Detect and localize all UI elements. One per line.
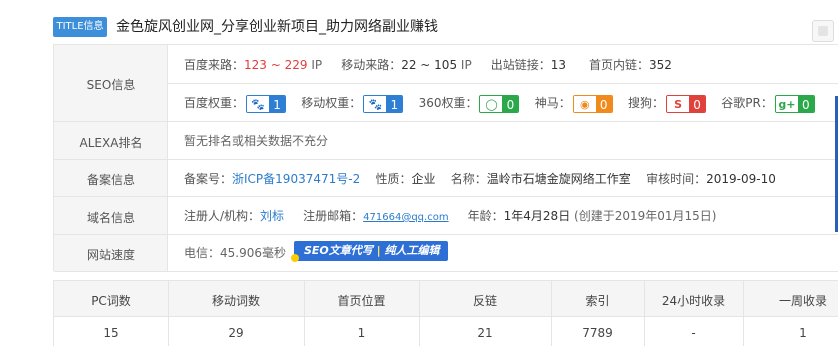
paw-icon: 🐾: [364, 95, 387, 112]
header-pc-words: PC词数: [91, 294, 131, 308]
weight-value: 0: [689, 95, 706, 112]
divider: [54, 271, 838, 272]
ad-dot: [291, 254, 299, 262]
age-value: 1年4月28日: [503, 209, 571, 223]
weight-mobile[interactable]: 移动权重： 🐾 1: [301, 94, 404, 113]
header-mobile-words: 移动词数: [211, 294, 260, 308]
weight-value: 0: [595, 95, 612, 112]
registrant-key: 注册人/机构：: [184, 209, 261, 223]
alexa-value: 暂无排名或相关数据不充分: [184, 134, 329, 148]
speed-value: 电信：45.906毫秒: [184, 246, 286, 260]
speed-label: 网站速度: [86, 248, 135, 262]
created-date: (创建于2019年01月15日): [574, 209, 717, 223]
header-homepage-position: 首页位置: [337, 294, 386, 308]
email-link[interactable]: 471664@qq.com: [363, 212, 448, 223]
icp-nature-key: 性质：: [375, 172, 412, 186]
weight-360[interactable]: 360权重： ◯ 0: [418, 94, 520, 113]
outlinks-value: 13: [550, 58, 567, 72]
weight-label: 搜狗：: [628, 96, 665, 110]
paw-icon: 🐾: [247, 95, 270, 112]
icp-name-value: 温岭市石塘金旋网络工作室: [486, 172, 631, 186]
icp-row: 备案号：浙ICP备19037471号-2 性质：企业 名称：温岭市石塘金旋网络工…: [184, 170, 776, 188]
alexa-label: ALEXA排名: [79, 136, 143, 150]
mobile-source-key: 移动来路：: [341, 58, 402, 72]
domain-label: 域名信息: [86, 211, 135, 225]
site-info-table: SEO信息 ALEXA排名 备案信息 域名信息 网站速度 百度来路：123 ~ …: [53, 44, 838, 272]
domain-row: 注册人/机构：刘标 注册邮箱：471664@qq.com 年龄：1年4月28日 …: [184, 207, 716, 227]
value-homepage-position: 1: [357, 326, 366, 340]
outlinks-key: 出站链接：: [490, 58, 551, 72]
weight-label: 移动权重：: [301, 96, 362, 110]
google-plus-icon: g+: [775, 95, 798, 112]
icp-label: 备案信息: [86, 173, 135, 187]
header-backlinks: 反链: [472, 294, 497, 308]
weight-shenma[interactable]: 神马： ◉ 0: [534, 94, 613, 113]
value-week-indexed: 1: [799, 326, 807, 340]
icp-date-key: 审核时间：: [646, 172, 707, 186]
seo-label: SEO信息: [86, 78, 136, 92]
weight-label: 神马：: [534, 96, 571, 110]
value-pc-words: 15: [103, 326, 119, 340]
weight-label: 百度权重：: [184, 96, 245, 110]
divider: [54, 196, 838, 197]
ad-left-text: SEO文章代写: [304, 244, 373, 257]
title-info-badge: TITLE信息: [53, 17, 107, 37]
ad-right-text: 纯人工编辑: [384, 244, 440, 257]
weight-value: 1: [386, 95, 403, 112]
divider: [168, 83, 838, 84]
inlinks-key: 首页内链：: [588, 58, 649, 72]
shenma-icon: ◉: [573, 95, 596, 112]
weight-label: 360权重：: [418, 96, 478, 110]
weight-sogou[interactable]: 搜狗： S 0: [628, 94, 707, 113]
header-24h-indexed: 24小时收录: [661, 294, 726, 308]
copy-icon[interactable]: [812, 20, 834, 42]
weight-google[interactable]: 谷歌PR： g+ 0: [721, 94, 815, 113]
value-index: 7789: [582, 326, 613, 340]
divider: [54, 159, 838, 160]
icp-name-key: 名称：: [450, 172, 487, 186]
site-title: 金色旋风创业网_分享创业新项目_助力网络副业赚钱: [116, 19, 438, 35]
value-mobile-words: 29: [228, 326, 244, 340]
baidu-source-unit: IP: [311, 58, 323, 72]
ad-separator: |: [376, 244, 381, 257]
weight-value: 0: [502, 95, 519, 112]
icp-number-link[interactable]: 浙ICP备19037471号-2: [232, 172, 360, 186]
sogou-icon: S: [667, 95, 690, 112]
weight-value: 1: [269, 95, 286, 112]
registrant-link[interactable]: 刘标: [260, 209, 284, 223]
value-24h-indexed: -: [691, 326, 696, 340]
seo-weights-row: 百度权重： 🐾 1 移动权重： 🐾 1 360权重： ◯ 0 神马： ◉ 0 搜狗： S 0 谷歌P…: [184, 94, 815, 113]
divider: [54, 121, 838, 122]
icp-nature-value: 企业: [411, 172, 436, 186]
header-week-indexed: 一周收录: [778, 294, 827, 308]
weight-baidu[interactable]: 百度权重： 🐾 1: [184, 94, 287, 113]
email-key: 注册邮箱：: [303, 209, 364, 223]
360-icon: ◯: [480, 95, 503, 112]
header-index: 索引: [585, 294, 610, 308]
icp-date-value: 2019-09-10: [706, 172, 776, 186]
mobile-source-value: 22 ~ 105: [401, 58, 458, 72]
weight-value: 0: [797, 95, 814, 112]
baidu-source-value: 123 ~ 229: [244, 58, 308, 72]
value-backlinks: 21: [477, 326, 493, 340]
divider: [54, 234, 838, 235]
icp-number-key: 备案号：: [184, 172, 233, 186]
title-header: TITLE信息 金色旋风创业网_分享创业新项目_助力网络副业赚钱: [0, 0, 838, 44]
baidu-source-key: 百度来路：: [184, 58, 245, 72]
stats-table: PC词数 移动词数 首页位置 反链 索引 24小时收录 一周收录 15 29 1…: [53, 280, 838, 346]
seo-traffic-row: 百度来路：123 ~ 229 IP 移动来路：22 ~ 105 IP 出站链接：…: [184, 56, 672, 74]
age-key: 年龄：: [467, 209, 504, 223]
seo-writing-ad-banner[interactable]: SEO文章代写 | 纯人工编辑: [291, 241, 448, 262]
weight-label: 谷歌PR：: [721, 96, 773, 110]
mobile-source-unit: IP: [460, 58, 472, 72]
inlinks-value: 352: [648, 58, 672, 72]
